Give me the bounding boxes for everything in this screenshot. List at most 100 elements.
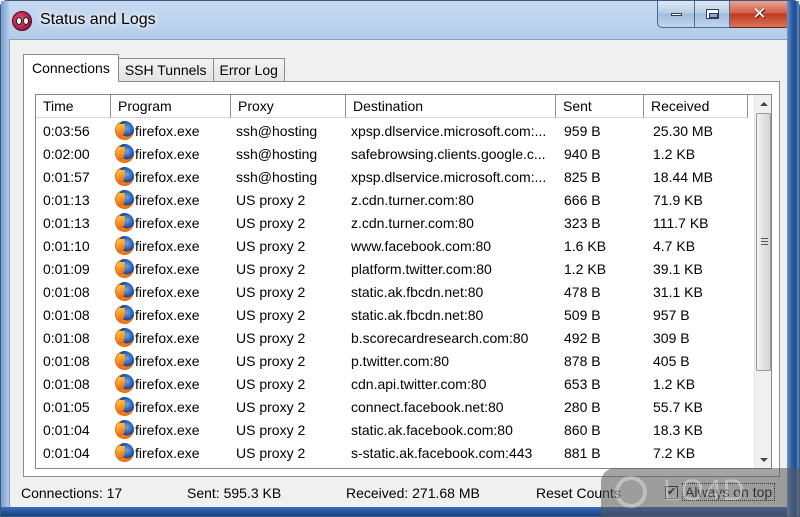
cell-destination: platform.twitter.com:80 <box>351 260 492 277</box>
table-row[interactable]: 0:02:00 firefox.exe ssh@hosting safebrowsin… <box>36 142 754 165</box>
cell-destination: b.scorecardresearch.com:80 <box>351 329 529 346</box>
cell-received: 7.2 KB <box>653 444 696 461</box>
arrow-down-icon <box>759 457 768 462</box>
column-header-time[interactable]: Time <box>36 95 111 118</box>
always-on-top-label: Always on top <box>682 483 776 501</box>
program-name: firefox.exe <box>135 283 200 300</box>
table-row[interactable]: 0:01:13 firefox.exe US proxy 2 z.cdn.turner… <box>36 188 754 211</box>
status-bar: Connections: 17 Sent: 595.3 KB Received:… <box>10 482 791 506</box>
cell-proxy: US proxy 2 <box>236 283 306 300</box>
firefox-icon <box>115 144 134 163</box>
maximize-button[interactable] <box>695 1 730 28</box>
minimize-button[interactable] <box>657 1 695 28</box>
cell-received: 957 B <box>653 306 690 323</box>
cell-time: 0:01:10 <box>43 237 90 254</box>
firefox-icon <box>115 213 134 232</box>
cell-received: 31.1 KB <box>653 283 703 300</box>
column-header-destination[interactable]: Destination <box>346 95 556 118</box>
cell-proxy: US proxy 2 <box>236 352 306 369</box>
connections-count: Connections: 17 <box>21 485 123 501</box>
cell-sent: 940 B <box>564 145 601 162</box>
table-row[interactable]: 0:01:13 firefox.exe US proxy 2 z.cdn.turner… <box>36 211 754 234</box>
tab-ssh-tunnels[interactable]: SSH Tunnels <box>117 58 214 82</box>
table-row[interactable]: 0:01:04 firefox.exe US proxy 2 s-static.ak.… <box>36 441 754 464</box>
cell-destination: safebrowsing.clients.google.c... <box>351 145 546 162</box>
connections-list[interactable]: Time Program Proxy Destination Sent Rece… <box>35 94 772 469</box>
checkbox-checked-icon[interactable]: ✔ <box>665 485 678 499</box>
cell-time: 0:01:13 <box>43 214 90 231</box>
scrollbar-thumb[interactable] <box>756 113 771 371</box>
cell-proxy: US proxy 2 <box>236 191 306 208</box>
cell-program: firefox.exe <box>111 236 231 255</box>
table-row[interactable]: 0:01:08 firefox.exe US proxy 2 static.ak.fb… <box>36 280 754 303</box>
cell-proxy: ssh@hosting <box>236 145 318 162</box>
program-name: firefox.exe <box>135 168 200 185</box>
status-and-logs-window: Status and Logs ✕ Connections SSH Tunnel… <box>0 0 800 517</box>
column-header-received[interactable]: Received <box>644 95 748 118</box>
cell-program: firefox.exe <box>111 282 231 301</box>
received-total: Received: 271.68 MB <box>346 485 480 501</box>
cell-time: 0:03:56 <box>43 122 90 139</box>
table-row[interactable]: 0:01:08 firefox.exe US proxy 2 p.twitter.co… <box>36 349 754 372</box>
cell-time: 0:01:57 <box>43 168 90 185</box>
table-row[interactable]: 0:01:04 firefox.exe US proxy 2 static.ak.fa… <box>36 418 754 441</box>
cell-time: 0:01:08 <box>43 375 90 392</box>
table-row[interactable]: 0:01:08 firefox.exe US proxy 2 static.ak.fb… <box>36 303 754 326</box>
cell-received: 4.7 KB <box>653 237 696 254</box>
table-row[interactable]: 0:01:05 firefox.exe US proxy 2 connect.face… <box>36 395 754 418</box>
cell-destination: static.ak.facebook.com:80 <box>351 421 513 438</box>
firefox-icon <box>115 397 134 416</box>
cell-time: 0:01:08 <box>43 306 90 323</box>
cell-time: 0:02:00 <box>43 145 90 162</box>
cell-program: firefox.exe <box>111 305 231 324</box>
cell-received: 309 B <box>653 329 690 346</box>
vertical-scrollbar[interactable] <box>754 95 771 468</box>
cell-sent: 492 B <box>564 329 601 346</box>
table-row[interactable]: 0:03:56 firefox.exe ssh@hosting xpsp.dlserv… <box>36 119 754 142</box>
cell-received: 18.3 KB <box>653 421 703 438</box>
client-area: Connections SSH Tunnels Error Log Time P… <box>9 39 790 509</box>
cell-proxy: US proxy 2 <box>236 237 306 254</box>
cell-time: 0:01:05 <box>43 398 90 415</box>
table-row[interactable]: 0:01:57 firefox.exe ssh@hosting xpsp.dlserv… <box>36 165 754 188</box>
tab-connections[interactable]: Connections <box>23 54 119 82</box>
table-row[interactable]: 0:01:10 firefox.exe US proxy 2 www.facebook… <box>36 234 754 257</box>
column-header-program[interactable]: Program <box>111 95 231 118</box>
firefox-icon <box>115 167 134 186</box>
cell-sent: 509 B <box>564 306 601 323</box>
firefox-icon <box>115 282 134 301</box>
cell-program: firefox.exe <box>111 213 231 232</box>
window-bottom-border <box>1 507 799 516</box>
cell-time: 0:01:09 <box>43 260 90 277</box>
scroll-down-button[interactable] <box>755 451 771 468</box>
cell-received: 25.30 MB <box>653 122 713 139</box>
cell-sent: 666 B <box>564 191 601 208</box>
column-header-sent[interactable]: Sent <box>556 95 644 118</box>
cell-destination: static.ak.fbcdn.net:80 <box>351 283 484 300</box>
cell-proxy: US proxy 2 <box>236 398 306 415</box>
window-title: Status and Logs <box>40 11 156 28</box>
tab-error-log[interactable]: Error Log <box>212 58 285 82</box>
connections-panel: Time Program Proxy Destination Sent Rece… <box>23 81 780 477</box>
table-row[interactable]: 0:01:08 firefox.exe US proxy 2 b.scorecardr… <box>36 326 754 349</box>
program-name: firefox.exe <box>135 237 200 254</box>
firefox-icon <box>115 121 134 140</box>
table-row[interactable]: 0:01:09 firefox.exe US proxy 2 platform.twi… <box>36 257 754 280</box>
program-name: firefox.exe <box>135 444 200 461</box>
column-header-proxy[interactable]: Proxy <box>231 95 346 118</box>
cell-program: firefox.exe <box>111 167 231 186</box>
table-row[interactable]: 0:01:08 firefox.exe US proxy 2 cdn.api.twit… <box>36 372 754 395</box>
reset-counts-button[interactable]: Reset Counts <box>536 485 621 501</box>
close-button[interactable]: ✕ <box>730 1 790 28</box>
grip-icon <box>761 238 768 247</box>
title-bar[interactable]: Status and Logs ✕ <box>1 1 800 39</box>
cell-destination: z.cdn.turner.com:80 <box>351 191 474 208</box>
always-on-top-checkbox[interactable]: ✔ Always on top <box>665 483 776 501</box>
cell-program: firefox.exe <box>111 144 231 163</box>
cell-received: 1.2 KB <box>653 145 696 162</box>
cell-destination: connect.facebook.net:80 <box>351 398 504 415</box>
cell-received: 71.9 KB <box>653 191 703 208</box>
cell-sent: 280 B <box>564 398 601 415</box>
scroll-up-button[interactable] <box>755 95 771 112</box>
cell-sent: 323 B <box>564 214 601 231</box>
